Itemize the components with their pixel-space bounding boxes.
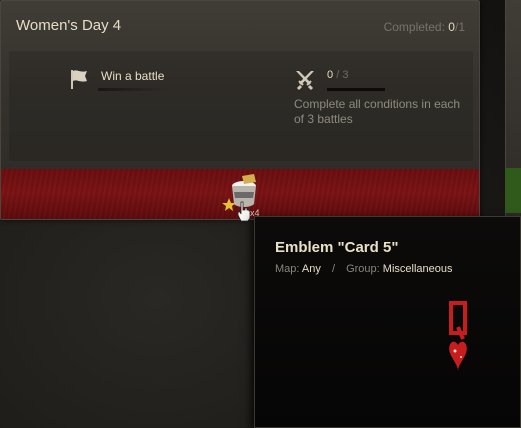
- tooltip-map-label: Map:: [275, 263, 300, 275]
- tooltip-group-value: Miscellaneous: [382, 263, 453, 275]
- tooltip-group-label: Group:: [346, 263, 380, 275]
- tooltip-map-value: Any: [301, 263, 321, 275]
- battle-progress-bar: [327, 88, 385, 91]
- crossed-swords-icon: [296, 71, 314, 91]
- tooltip-separator: /: [331, 263, 336, 275]
- completed-done: 0: [448, 20, 455, 34]
- tooltip-meta: Map: Any / Group: Miscellaneous: [275, 263, 452, 275]
- battle-progress-separator: /: [336, 69, 340, 81]
- completed-total: /1: [454, 20, 465, 34]
- condition-underline: [98, 88, 170, 91]
- queen-of-hearts-emblem-icon: [449, 301, 467, 371]
- reward-tooltip: Emblem "Card 5" Map: Any / Group: Miscel…: [254, 216, 521, 428]
- completed-counter: Completed: 0/1: [384, 20, 465, 34]
- battle-condition-description: Complete all conditions in each of 3 bat…: [294, 97, 461, 126]
- adjacent-reward-band: [505, 168, 521, 213]
- tooltip-title: Emblem "Card 5": [275, 239, 399, 256]
- flag-icon: [71, 70, 87, 89]
- quest-title: Women's Day 4: [16, 17, 122, 34]
- completed-label: Completed:: [383, 20, 445, 34]
- battle-progress-total: 3: [342, 69, 349, 81]
- battle-progress-text: 0 / 3: [327, 69, 348, 81]
- condition-win-battle: Win a battle: [101, 69, 165, 83]
- battle-progress-current: 0: [327, 69, 334, 81]
